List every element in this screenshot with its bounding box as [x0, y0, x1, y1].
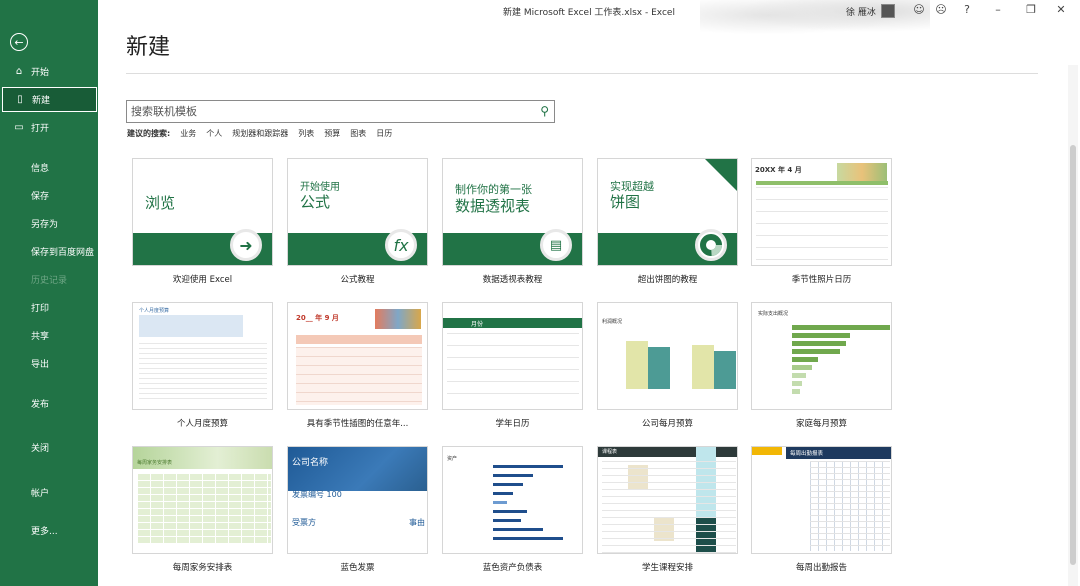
sidebar-item-close[interactable]: 关闭	[0, 440, 98, 454]
vertical-scrollbar[interactable]	[1068, 65, 1078, 586]
suggestion-charts[interactable]: 图表	[350, 128, 366, 139]
sidebar-item-history: 历史记录	[31, 275, 68, 286]
sidebar-item-print[interactable]: 打印	[0, 300, 98, 314]
search-box[interactable]: ⚲	[126, 100, 555, 123]
excel-backstage: ← ⌂ 开始 ▯ 新建 ▭ 打开 信息 保存 另存为 保存到百度网盘 历史记录 打印 …	[0, 0, 1080, 586]
template-family-budget[interactable]: 实际支出概况	[751, 302, 892, 410]
tile-title: 浏览	[145, 194, 176, 212]
avatar[interactable]	[881, 4, 895, 18]
donut-chart-icon	[695, 229, 727, 261]
sidebar-item-save-as[interactable]: 另存为	[0, 216, 98, 230]
close-icon[interactable]: ✕	[1054, 3, 1068, 16]
balance-bar-chart	[493, 465, 563, 540]
template-seasonal-any-year[interactable]: 20__ 年 9 月	[287, 302, 428, 410]
suggestion-business[interactable]: 业务	[180, 128, 196, 139]
sidebar-item-info[interactable]: 信息	[0, 160, 98, 174]
template-weekly-chores[interactable]: 每周家务安排表	[132, 446, 273, 554]
template-personal-budget[interactable]: 个人月度预算	[132, 302, 273, 410]
suggestion-planners[interactable]: 规划器和跟踪器	[232, 128, 288, 139]
search-icon[interactable]: ⚲	[540, 104, 549, 118]
home-icon: ⌂	[15, 65, 23, 77]
restore-icon[interactable]: ❐	[1024, 3, 1038, 16]
frown-icon[interactable]: ☹	[934, 3, 948, 16]
template-pivot-tutorial[interactable]: 制作你的第一张 数据透视表 ▤	[442, 158, 583, 266]
sidebar-item-publish[interactable]: 发布	[0, 396, 98, 410]
template-seasonal-calendar[interactable]: 20XX 年 4 月	[751, 158, 892, 266]
sidebar-item-new[interactable]: ▯ 新建	[2, 87, 97, 112]
minimize-icon[interactable]: –	[991, 3, 1005, 16]
sidebar-item-save[interactable]: 保存	[0, 188, 98, 202]
back-button[interactable]: ←	[10, 33, 28, 51]
template-weekly-attendance[interactable]: 每周出勤报表	[751, 446, 892, 554]
suggestion-calendars[interactable]: 日历	[376, 128, 392, 139]
budget-bar-chart	[626, 341, 736, 389]
sidebar-item-export[interactable]: 导出	[0, 356, 98, 370]
template-student-schedule[interactable]: 课程表	[597, 446, 738, 554]
sidebar-item-share[interactable]: 共享	[0, 328, 98, 342]
template-formula-tutorial[interactable]: 开始使用 公式 fx	[287, 158, 428, 266]
pivot-table-icon: ▤	[540, 229, 572, 261]
sidebar-item-more[interactable]: 更多...	[0, 523, 98, 537]
template-blue-invoice[interactable]: 公司名称 发票编号 100 受票方 事由	[287, 446, 428, 554]
divider	[126, 73, 1038, 74]
scroll-thumb[interactable]	[1070, 145, 1076, 565]
template-welcome[interactable]: 浏览 ➜	[132, 158, 273, 266]
sidebar-item-open[interactable]: ▭ 打开	[0, 120, 98, 134]
new-badge-icon	[705, 159, 737, 191]
sidebar-item-save-baidu[interactable]: 保存到百度网盘	[0, 244, 98, 258]
title-bar: 新建 Microsoft Excel 工作表.xlsx - Excel 徐 雁冰…	[98, 0, 1080, 38]
template-school-calendar[interactable]: 月份	[442, 302, 583, 410]
sidebar-item-home[interactable]: ⌂ 开始	[0, 64, 98, 78]
smile-icon[interactable]: ☺	[912, 3, 926, 16]
window-title: 新建 Microsoft Excel 工作表.xlsx - Excel	[503, 8, 675, 18]
expense-bar-chart	[792, 325, 890, 394]
backstage-sidebar: ← ⌂ 开始 ▯ 新建 ▭ 打开 信息 保存 另存为 保存到百度网盘 历史记录 打印 …	[0, 0, 98, 586]
arrow-left-icon: ←	[14, 35, 24, 49]
template-company-budget[interactable]: 利润概况	[597, 302, 738, 410]
template-label: 欢迎使用 Excel	[172, 275, 233, 285]
template-blue-balance-sheet[interactable]: 资产	[442, 446, 583, 554]
search-input[interactable]	[131, 103, 531, 120]
help-icon[interactable]: ?	[960, 3, 974, 16]
suggested-searches: 建议的搜索: 业务 个人 规划器和跟踪器 列表 预算 图表 日历	[127, 128, 392, 139]
suggestion-budgets[interactable]: 预算	[324, 128, 340, 139]
new-file-icon: ▯	[17, 94, 23, 105]
fx-icon: fx	[385, 229, 417, 261]
suggestion-lists[interactable]: 列表	[298, 128, 314, 139]
photo-thumbnail	[837, 163, 887, 181]
suggested-label: 建议的搜索:	[127, 129, 171, 138]
suggestion-personal[interactable]: 个人	[206, 128, 222, 139]
sidebar-item-account[interactable]: 帐户	[0, 485, 98, 499]
arrow-right-icon: ➜	[230, 229, 262, 261]
user-name[interactable]: 徐 雁冰	[846, 5, 876, 18]
page-title: 新建	[126, 35, 171, 60]
folder-open-icon: ▭	[14, 121, 24, 133]
illustration-thumbnail	[375, 309, 421, 329]
template-pie-tutorial[interactable]: 实现超越 饼图	[597, 158, 738, 266]
